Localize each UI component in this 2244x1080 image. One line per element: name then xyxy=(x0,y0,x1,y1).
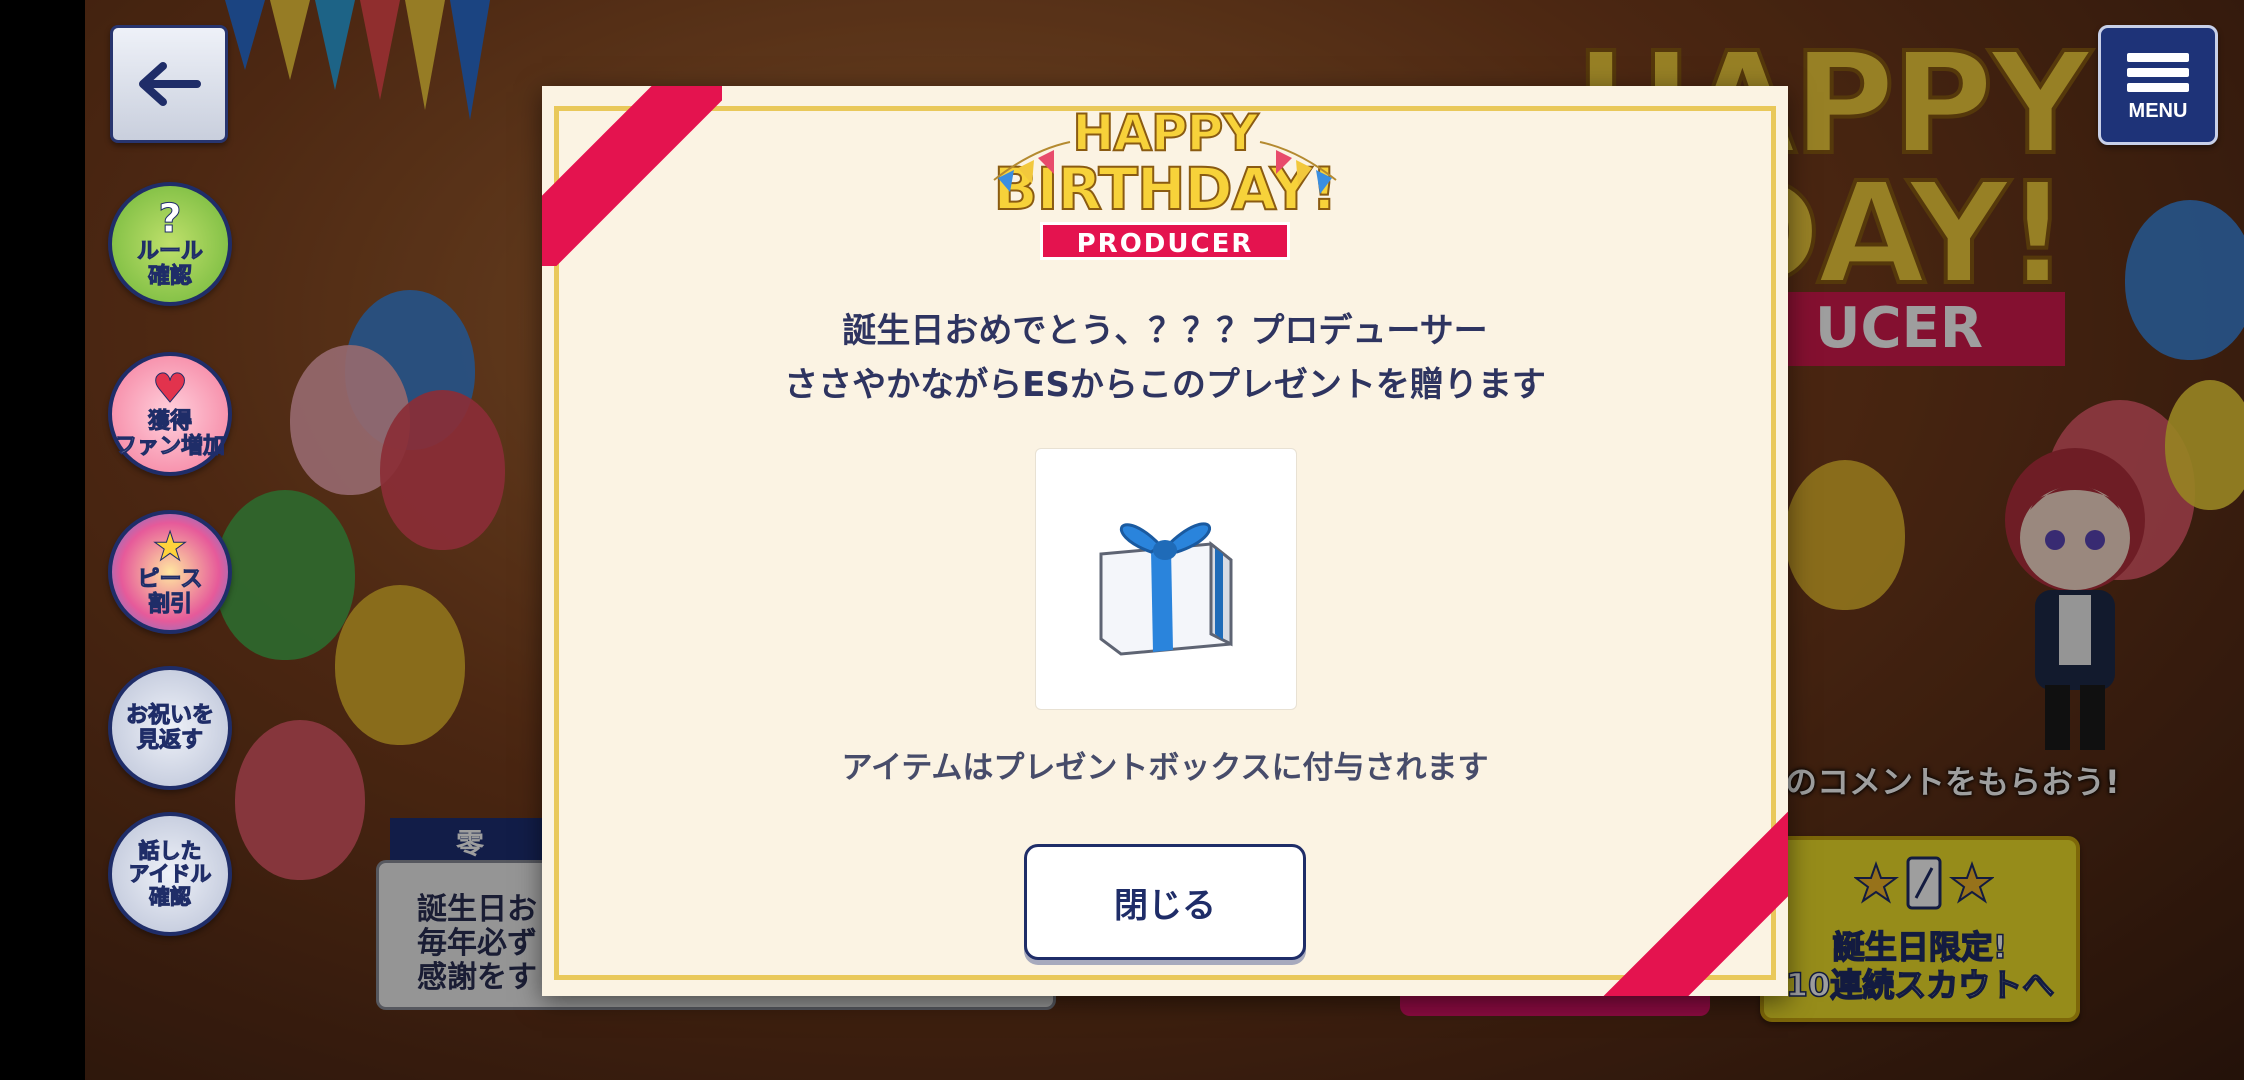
rules-button-label: ルール 確認 xyxy=(136,239,203,290)
fan-increase-button[interactable]: ♥ 獲得 ファン増加 xyxy=(108,352,232,476)
talked-idols-button[interactable]: 話した アイドル 確認 xyxy=(108,812,232,936)
back-button[interactable] xyxy=(110,25,228,143)
birthday-message-line2: ささやかながらESからこのプレゼントを贈ります xyxy=(784,365,1546,405)
birthday-message: 誕生日おめでとう、？？？プロデューサー ささやかながらESからこのプレゼントを贈… xyxy=(542,304,1788,412)
birthday-message-line1: 誕生日おめでとう、？？？プロデューサー xyxy=(842,311,1488,351)
star-gem-icon: ★ xyxy=(152,524,189,570)
bunting-left-icon xyxy=(993,141,1071,192)
gift-box-icon xyxy=(1099,522,1233,656)
menu-button[interactable]: MENU xyxy=(2098,25,2218,145)
birthday-modal: HAPPY BIRTHDAY! PRODUCER 誕生日おめでとう、？？？プロデ… xyxy=(542,86,1788,996)
menu-label: MENU xyxy=(2128,100,2188,122)
review-celebration-label: お祝いを 見返す xyxy=(125,703,214,754)
close-button[interactable]: 閉じる xyxy=(1024,844,1306,960)
review-celebration-button[interactable]: お祝いを 見返す xyxy=(108,666,232,790)
hamburger-icon xyxy=(2127,47,2189,98)
rules-button[interactable]: ? ルール 確認 xyxy=(108,182,232,306)
corner-ribbon-bottom-right xyxy=(1598,806,1788,996)
heart-icon: ♥ xyxy=(152,366,189,412)
logo-producer-ribbon: PRODUCER xyxy=(1040,222,1290,260)
happy-birthday-logo: HAPPY BIRTHDAY! PRODUCER xyxy=(992,105,1338,276)
back-arrow-icon xyxy=(139,62,201,106)
question-icon: ? xyxy=(158,196,182,242)
piece-discount-button[interactable]: ★ ピース 割引 xyxy=(108,510,232,634)
talked-idols-label: 話した アイドル 確認 xyxy=(128,838,212,909)
corner-ribbon-top-left xyxy=(542,86,722,266)
gift-delivery-note: アイテムはプレゼントボックスに付与されます xyxy=(841,750,1489,786)
piece-discount-label: ピース 割引 xyxy=(137,567,203,618)
fan-increase-label: 獲得 ファン増加 xyxy=(114,409,225,460)
bunting-right-icon xyxy=(1259,141,1337,194)
gift-item-slot xyxy=(1035,448,1297,710)
